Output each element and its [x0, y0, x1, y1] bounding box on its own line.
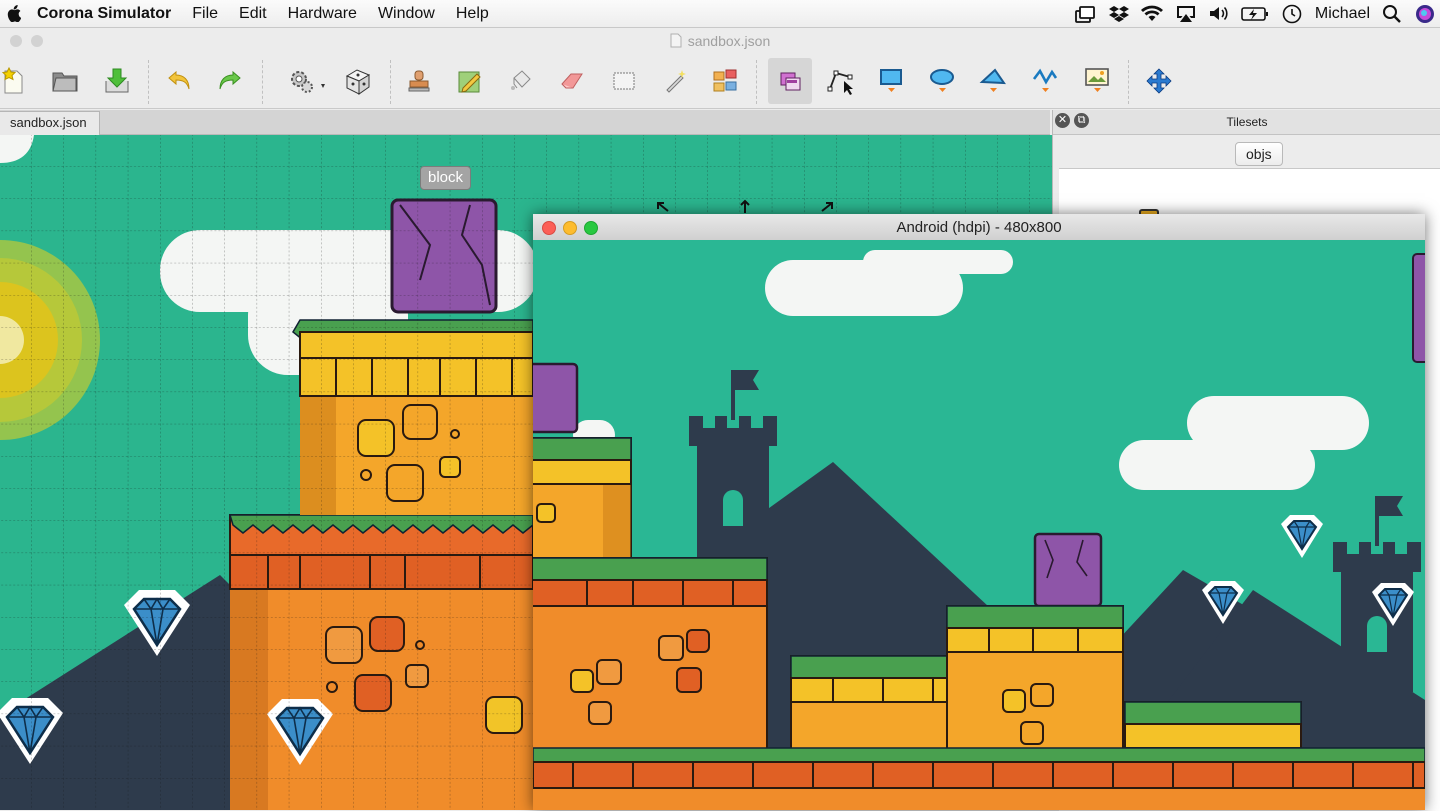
apple-menu-icon[interactable]	[6, 5, 21, 22]
magic-wand-button[interactable]	[657, 62, 695, 100]
stamp-icon	[408, 70, 430, 92]
tileset-tab-objs[interactable]: objs	[1235, 142, 1283, 166]
save-file-button[interactable]	[98, 62, 136, 100]
battery-icon[interactable]	[1241, 6, 1269, 22]
toolbar-separator	[262, 60, 263, 104]
toolbar-separator	[148, 60, 149, 104]
airdrop-icon[interactable]	[1074, 5, 1097, 23]
menu-hardware[interactable]: Hardware	[288, 5, 357, 23]
insert-polygon-button[interactable]	[974, 62, 1012, 100]
app-name-menu[interactable]: Corona Simulator	[37, 5, 171, 23]
toolbar-separator	[756, 60, 757, 104]
game-scene	[533, 240, 1425, 810]
tab-sandbox-json[interactable]: sandbox.json	[0, 111, 100, 136]
magic-wand-icon	[666, 70, 686, 93]
select-objects-button[interactable]	[768, 58, 812, 104]
simulator-game-view[interactable]	[533, 240, 1425, 810]
insert-rectangle-icon	[880, 69, 902, 92]
gears-icon	[291, 71, 325, 93]
insert-polyline-icon	[1032, 68, 1058, 92]
eraser-button[interactable]	[553, 62, 591, 100]
tilesets-panel-header: ✕ ⧉ Tilesets	[1053, 110, 1440, 135]
window-title-text: sandbox.json	[687, 33, 771, 49]
siri-icon[interactable]	[1414, 3, 1436, 25]
spotlight-icon[interactable]	[1382, 4, 1402, 24]
stamp-brush-button[interactable]	[400, 62, 438, 100]
pencil-icon	[458, 71, 481, 93]
settings-dropdown[interactable]	[282, 62, 332, 100]
redo-icon	[219, 70, 241, 90]
new-file-button[interactable]	[0, 62, 32, 100]
menu-bar: Corona Simulator File Edit Hardware Wind…	[0, 0, 1440, 28]
volume-icon[interactable]	[1209, 5, 1229, 22]
insert-ellipse-icon	[930, 69, 954, 92]
tile-swap-icon	[713, 69, 737, 92]
insert-rectangle-button[interactable]	[872, 62, 910, 100]
redo-button[interactable]	[210, 62, 248, 100]
menu-help[interactable]: Help	[456, 5, 489, 23]
user-menu[interactable]: Michael	[1315, 5, 1370, 23]
insert-image-icon	[1085, 68, 1109, 92]
random-button[interactable]	[339, 62, 377, 100]
document-icon	[670, 33, 682, 48]
block-object	[1033, 532, 1103, 608]
toolbar	[0, 54, 1440, 109]
bucket-fill-button[interactable]	[502, 62, 540, 100]
status-area: Michael	[1063, 0, 1440, 27]
simulator-window: Android (hdpi) - 480x800	[533, 214, 1425, 810]
toolbar-separator	[1128, 60, 1129, 104]
folder-icon	[52, 72, 78, 92]
simulator-titlebar: Android (hdpi) - 480x800	[533, 214, 1425, 241]
editor-window-titlebar: sandbox.json	[0, 28, 1440, 54]
menu-edit[interactable]: Edit	[239, 5, 267, 23]
airplay-icon[interactable]	[1175, 5, 1197, 23]
toolbar-separator	[390, 60, 391, 104]
block-object	[533, 362, 579, 434]
dice-icon	[345, 69, 371, 95]
insert-ellipse-button[interactable]	[923, 62, 961, 100]
menu-window[interactable]: Window	[378, 5, 435, 23]
insert-polygon-icon	[979, 68, 1006, 92]
edit-polygon-icon	[827, 70, 853, 95]
edit-polygons-button[interactable]	[822, 62, 860, 100]
select-objects-icon	[780, 72, 801, 91]
move-icon	[1146, 68, 1172, 94]
undo-icon	[168, 70, 190, 90]
undo-button[interactable]	[161, 62, 199, 100]
download-icon	[105, 68, 129, 93]
time-machine-icon[interactable]	[1281, 4, 1303, 24]
document-tab-bar: sandbox.json	[0, 110, 1050, 136]
simulator-title: Android (hdpi) - 480x800	[896, 219, 1062, 236]
insert-polyline-button[interactable]	[1026, 62, 1064, 100]
insert-image-button[interactable]	[1078, 62, 1116, 100]
menu-file[interactable]: File	[192, 5, 218, 23]
rectangle-select-button[interactable]	[605, 62, 643, 100]
tile-swap-button[interactable]	[707, 62, 745, 100]
bucket-icon	[511, 70, 531, 90]
eraser-icon	[561, 73, 583, 89]
wifi-icon[interactable]	[1140, 5, 1163, 22]
new-file-icon	[1, 67, 23, 94]
move-button[interactable]	[1140, 62, 1178, 100]
dropbox-icon[interactable]	[1108, 5, 1129, 23]
object-name-label: block	[420, 166, 472, 190]
tilesets-panel-title: Tilesets	[1226, 115, 1268, 129]
open-file-button[interactable]	[46, 62, 84, 100]
terrain-brush-button[interactable]	[451, 62, 489, 100]
select-rect-icon	[613, 72, 635, 90]
window-title: sandbox.json	[0, 33, 1440, 49]
